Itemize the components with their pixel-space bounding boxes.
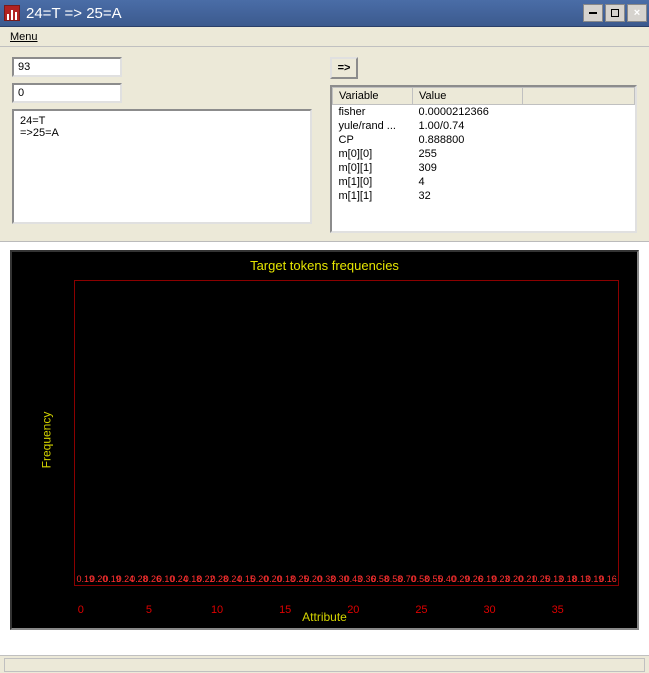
col-header-variable[interactable]: Variable <box>333 88 413 105</box>
table-row[interactable]: yule/rand ...1.00/0.74 <box>333 119 635 133</box>
top-panel: 24=T =>25=A => Variable Value fisher0.00… <box>0 47 649 242</box>
chart-ylabel: Frequency <box>39 412 53 469</box>
table-row[interactable]: m[1][0]4 <box>333 175 635 189</box>
window-title: 24=T => 25=A <box>26 5 583 22</box>
close-button[interactable]: × <box>627 4 647 22</box>
table-row[interactable]: m[0][1]309 <box>333 161 635 175</box>
table-row[interactable]: fisher0.0000212366 <box>333 105 635 120</box>
col-header-blank[interactable] <box>523 88 635 105</box>
window-titlebar: 24=T => 25=A × <box>0 0 649 27</box>
minimize-button[interactable] <box>583 4 603 22</box>
chart-panel: Target tokens frequencies Frequency 0.19… <box>10 250 639 630</box>
table-row[interactable]: m[1][1]32 <box>333 189 635 203</box>
input-field-1[interactable] <box>12 57 122 77</box>
compute-button[interactable]: => <box>330 57 358 79</box>
table-row[interactable]: m[0][0]255 <box>333 147 635 161</box>
chart-title: Target tokens frequencies <box>12 252 637 273</box>
status-bar <box>0 655 649 673</box>
maximize-button[interactable] <box>605 4 625 22</box>
col-header-value[interactable]: Value <box>413 88 523 105</box>
arrow-right-icon: => <box>338 62 351 74</box>
variables-table[interactable]: Variable Value fisher0.0000212366yule/ra… <box>330 85 637 233</box>
menu-item-menu[interactable]: Menu <box>6 29 42 45</box>
table-row[interactable]: CP0.888800 <box>333 133 635 147</box>
rule-textbox[interactable]: 24=T =>25=A <box>12 109 312 224</box>
app-icon <box>4 5 20 21</box>
menubar: Menu <box>0 27 649 47</box>
chart-xlabel: Attribute <box>302 610 347 624</box>
input-field-2[interactable] <box>12 83 122 103</box>
chart-plot-area: 0.190.200.190.240.280.260.100.240.180.22… <box>74 280 619 586</box>
